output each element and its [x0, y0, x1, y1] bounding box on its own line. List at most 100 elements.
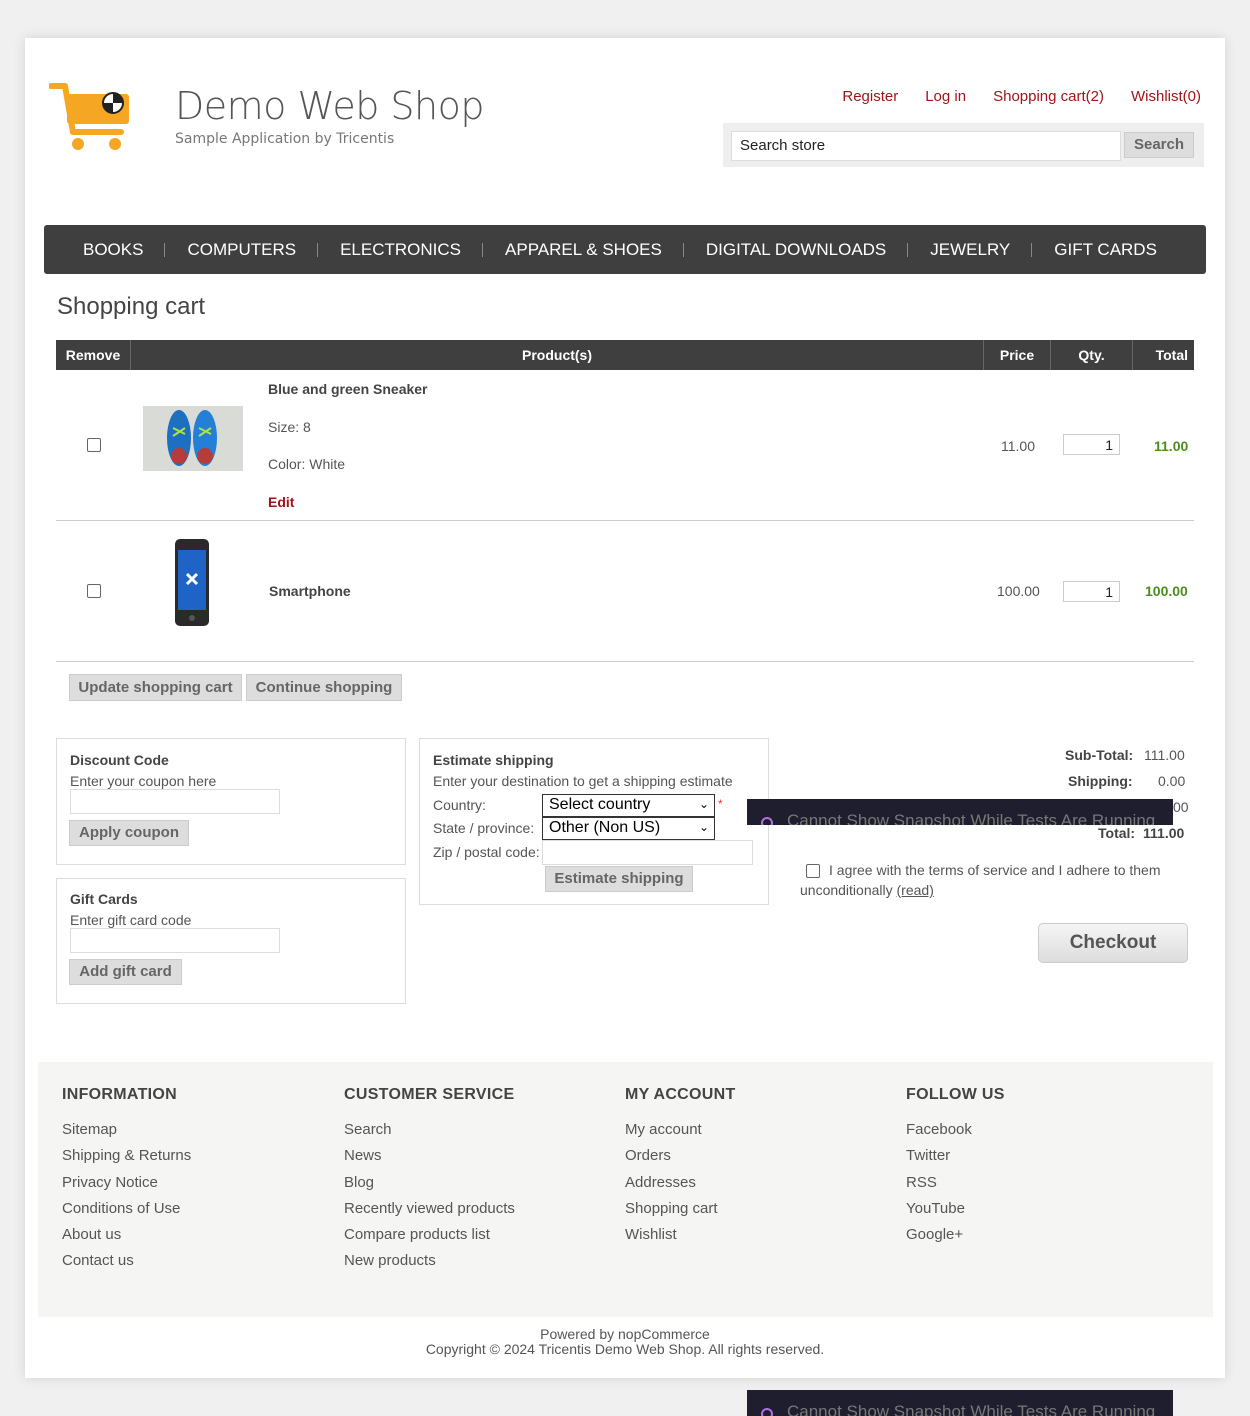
edit-link[interactable]: Edit [268, 494, 294, 510]
subtotal-label: Sub-Total: [1065, 747, 1134, 763]
shipping-hint: Enter your destination to get a shipping… [433, 773, 733, 789]
country-select[interactable]: Select country ⌄ [542, 794, 715, 817]
nav-apparel-shoes[interactable]: APPAREL & SHOES [483, 240, 684, 260]
shipping-value: 0.00 [1158, 773, 1186, 789]
required-mark: * [718, 797, 723, 811]
search-input[interactable]: Search store [731, 131, 1121, 161]
discount-hint: Enter your coupon here [70, 773, 217, 789]
footer-link-news[interactable]: News [344, 1147, 515, 1173]
qty-input[interactable]: 1 [1063, 434, 1120, 455]
remove-checkbox[interactable] [87, 584, 101, 598]
footer-follow-us-title: FOLLOW US [906, 1086, 1005, 1103]
nav-jewelry[interactable]: JEWELRY [908, 240, 1033, 260]
chevron-down-icon: ⌄ [698, 820, 709, 834]
unit-price: 100.00 [997, 583, 1040, 599]
discount-title: Discount Code [70, 752, 169, 768]
zip-label: Zip / postal code: [433, 844, 540, 860]
state-select-value: Other (Non US) [549, 819, 661, 836]
wishlist-link[interactable]: Wishlist(0) [1131, 88, 1201, 105]
header-remove: Remove [65, 347, 121, 363]
estimate-shipping-button[interactable]: Estimate shipping [545, 866, 693, 892]
search-button[interactable]: Search [1124, 132, 1194, 158]
powered-by[interactable]: Powered by nopCommerce [25, 1327, 1225, 1342]
tax-value-partial: 00 [1173, 799, 1189, 815]
footer-link-compare[interactable]: Compare products list [344, 1226, 515, 1252]
product-name-link[interactable]: Smartphone [269, 583, 351, 599]
footer-link-privacy[interactable]: Privacy Notice [62, 1174, 191, 1200]
site-logo[interactable]: Demo Web Shop Sample Application by Tric… [49, 82, 485, 157]
logo-title: Demo Web Shop [175, 84, 485, 128]
gift-card-hint: Enter gift card code [70, 912, 192, 928]
nav-computers[interactable]: COMPUTERS [165, 240, 318, 260]
page-container: Demo Web Shop Sample Application by Tric… [25, 38, 1225, 1378]
continue-shopping-button[interactable]: Continue shopping [246, 674, 402, 701]
page-title: Shopping cart [57, 293, 206, 320]
footer-my-account-title: MY ACCOUNT [625, 1086, 736, 1103]
footer-link-googleplus[interactable]: Google+ [906, 1226, 1005, 1252]
row-total: 100.00 [1145, 583, 1188, 599]
header-products: Product(s) [522, 347, 592, 363]
discount-code-panel: Discount Code Enter your coupon here App… [56, 738, 406, 865]
footer-link-addresses[interactable]: Addresses [625, 1174, 736, 1200]
search-box: Search store Search [723, 123, 1204, 167]
footer-link-contact[interactable]: Contact us [62, 1252, 191, 1278]
register-link[interactable]: Register [842, 88, 898, 105]
update-cart-button[interactable]: Update shopping cart [69, 674, 242, 701]
login-link[interactable]: Log in [925, 88, 966, 105]
subtotal-value: 111.00 [1144, 747, 1185, 763]
footer-link-shopping-cart[interactable]: Shopping cart [625, 1200, 736, 1226]
shopping-cart-logo-icon [49, 83, 129, 150]
footer-link-wishlist[interactable]: Wishlist [625, 1226, 736, 1252]
terms-read-link[interactable]: (read) [897, 882, 934, 898]
status-ring-icon [761, 1408, 773, 1416]
gift-card-input[interactable] [70, 928, 280, 953]
row-divider [56, 661, 1194, 662]
footer-link-shipping-returns[interactable]: Shipping & Returns [62, 1147, 191, 1173]
logo-subtitle: Sample Application by Tricentis [175, 131, 395, 147]
order-total-value: 111.00 [1143, 825, 1185, 841]
footer-link-conditions[interactable]: Conditions of Use [62, 1200, 191, 1226]
nav-gift-cards[interactable]: GIFT CARDS [1032, 240, 1179, 260]
footer-link-new-products[interactable]: New products [344, 1252, 515, 1278]
qty-input[interactable]: 1 [1063, 581, 1120, 602]
remove-checkbox[interactable] [87, 438, 101, 452]
cart-table-header: Remove Product(s) Price Qty. Total [56, 340, 1194, 370]
gift-card-title: Gift Cards [70, 891, 138, 907]
nav-digital-downloads[interactable]: DIGITAL DOWNLOADS [684, 240, 909, 260]
footer-link-search[interactable]: Search [344, 1121, 515, 1147]
footer-link-recently-viewed[interactable]: Recently viewed products [344, 1200, 515, 1226]
footer-link-about[interactable]: About us [62, 1226, 191, 1252]
state-select[interactable]: Other (Non US) ⌄ [542, 817, 715, 840]
footer-link-orders[interactable]: Orders [625, 1147, 736, 1173]
footer-customer-service: CUSTOMER SERVICE Search News Blog Recent… [344, 1086, 515, 1279]
shopping-cart-link[interactable]: Shopping cart(2) [993, 88, 1104, 105]
gift-card-panel: Gift Cards Enter gift card code Add gift… [56, 878, 406, 1004]
nav-books[interactable]: BOOKS [61, 240, 166, 260]
header-price: Price [999, 347, 1035, 363]
copyright: Copyright © 2024 Tricentis Demo Web Shop… [425, 1341, 825, 1357]
footer-link-sitemap[interactable]: Sitemap [62, 1121, 191, 1147]
sneaker-product-image[interactable] [143, 406, 243, 471]
footer-link-twitter[interactable]: Twitter [906, 1147, 1005, 1173]
nav-electronics[interactable]: ELECTRONICS [318, 240, 483, 260]
shipping-label: Shipping: [1068, 773, 1133, 789]
zip-input[interactable] [542, 840, 753, 865]
footer: INFORMATION Sitemap Shipping & Returns P… [38, 1062, 1213, 1317]
product-size: Size: 8 [268, 419, 311, 435]
footer-information-title: INFORMATION [62, 1086, 177, 1103]
footer-link-blog[interactable]: Blog [344, 1174, 515, 1200]
apply-coupon-button[interactable]: Apply coupon [69, 820, 189, 846]
footer-link-rss[interactable]: RSS [906, 1174, 1005, 1200]
footer-link-my-account[interactable]: My account [625, 1121, 736, 1147]
coupon-input[interactable] [70, 789, 280, 814]
checkout-button[interactable]: Checkout [1038, 923, 1188, 963]
terms-text: I agree with the terms of service and I … [800, 860, 1190, 900]
add-gift-card-button[interactable]: Add gift card [69, 959, 182, 985]
footer-link-youtube[interactable]: YouTube [906, 1200, 1005, 1226]
footer-link-facebook[interactable]: Facebook [906, 1121, 1005, 1147]
shipping-title: Estimate shipping [433, 752, 554, 768]
unit-price: 11.00 [1001, 438, 1035, 454]
smartphone-product-image[interactable] [173, 538, 213, 628]
product-name-link[interactable]: Blue and green Sneaker [268, 381, 428, 397]
footer-information: INFORMATION Sitemap Shipping & Returns P… [62, 1086, 191, 1279]
